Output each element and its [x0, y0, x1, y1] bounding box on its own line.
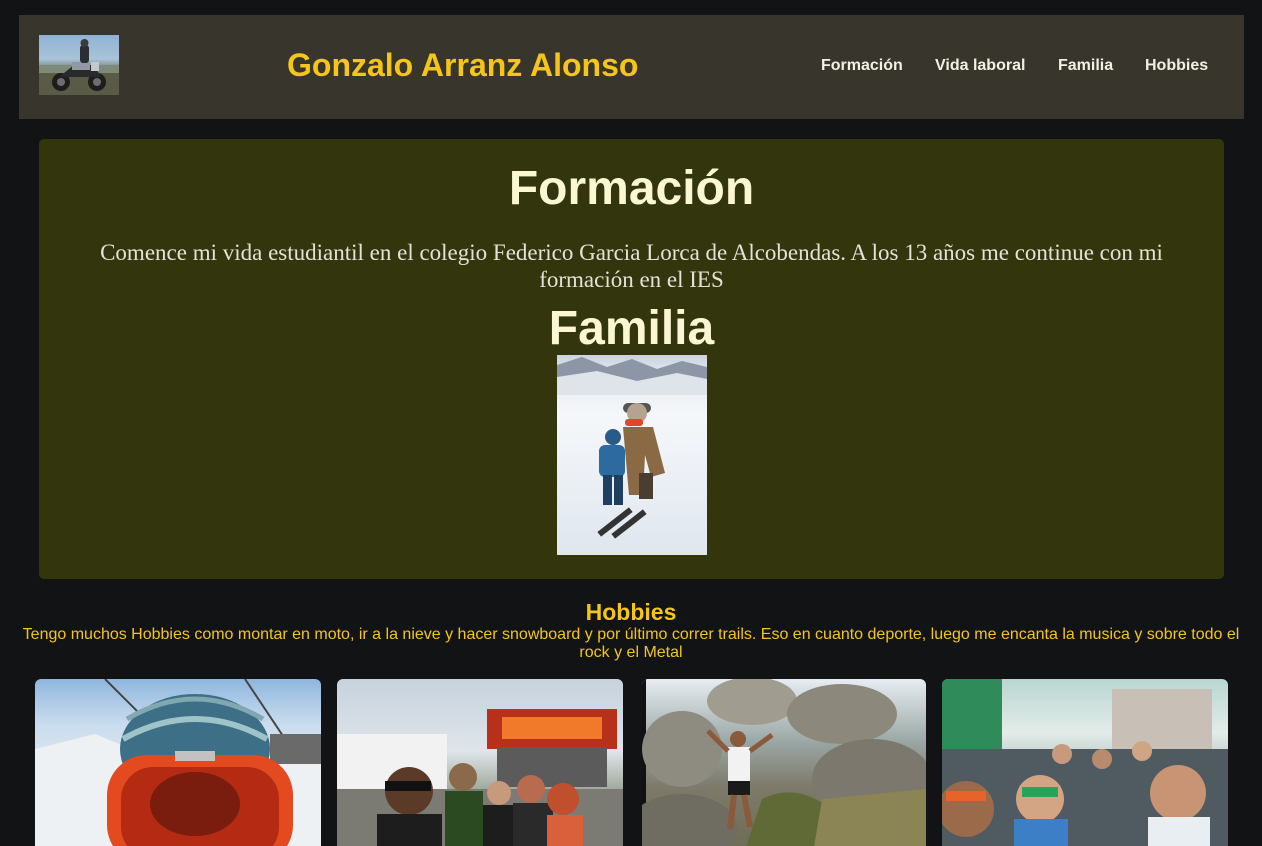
main-nav: Formación Vida laboral Familia Hobbies: [19, 57, 1244, 77]
content-panel: Formación Comence mi vida estudiantil en…: [39, 139, 1224, 579]
family-snow-photo-icon: [557, 355, 707, 555]
nav-link-formacion[interactable]: Formación: [821, 57, 903, 75]
hobbies-heading: Hobbies: [585, 599, 677, 625]
site-header: Gonzalo Arranz Alonso Formación Vida lab…: [19, 15, 1244, 119]
formacion-text: Comence mi vida estudiantil en el colegi…: [100, 240, 1163, 292]
trail-running-photo-icon[interactable]: [642, 679, 926, 846]
metal-festival-photo-icon[interactable]: [337, 679, 623, 846]
formacion-heading: Formación: [508, 162, 755, 215]
familia-heading: Familia: [548, 302, 715, 355]
nav-link-vida-laboral[interactable]: Vida laboral: [935, 57, 1025, 75]
hobbies-text: Tengo muchos Hobbies como montar en moto…: [22, 626, 1240, 661]
football-fans-photo-icon[interactable]: [942, 679, 1228, 846]
nav-link-familia[interactable]: Familia: [1058, 57, 1113, 75]
nav-link-hobbies[interactable]: Hobbies: [1145, 57, 1208, 75]
snowboard-goggles-photo-icon[interactable]: [35, 679, 321, 846]
